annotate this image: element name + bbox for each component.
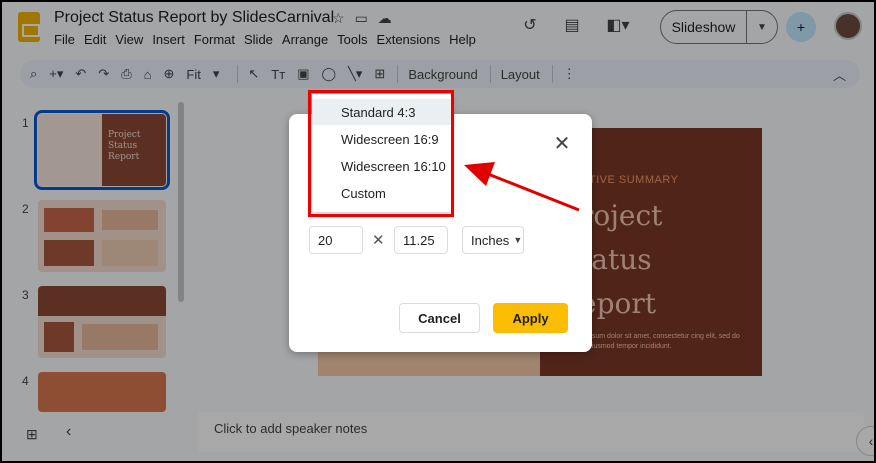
annotation-arrow-icon [464, 162, 580, 212]
app-window: Project Status Report by SlidesCarnival … [0, 0, 876, 463]
